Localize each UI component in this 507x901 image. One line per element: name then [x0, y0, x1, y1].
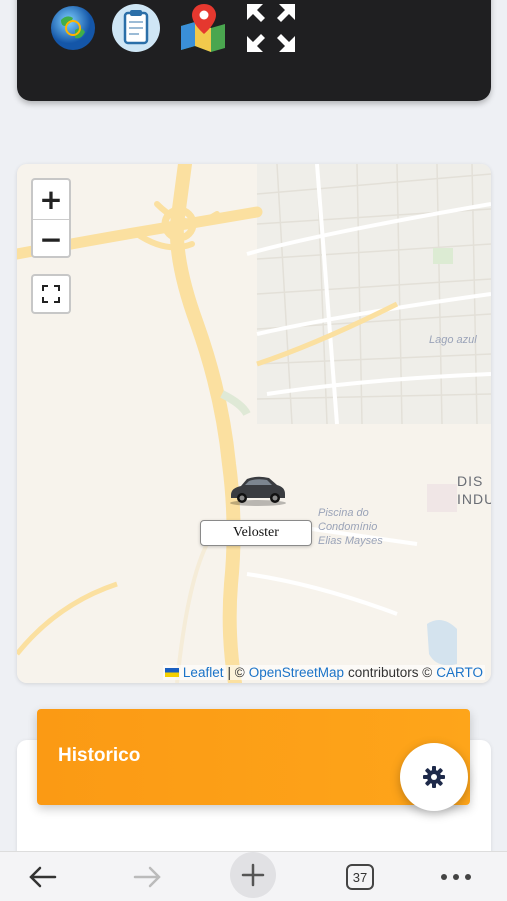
map-attribution: Leaflet | © OpenStreetMap contributors ©… — [162, 665, 485, 680]
attribution-contributors: contributors © — [348, 665, 433, 680]
gear-icon — [423, 766, 445, 788]
carto-link[interactable]: CARTO — [436, 665, 483, 680]
globe-icon[interactable] — [47, 2, 99, 54]
tabs-count: 37 — [346, 864, 374, 890]
map-label-lake: Lago azul — [429, 334, 477, 346]
zoom-control: + − — [31, 178, 71, 258]
ukraine-flag-icon — [164, 668, 179, 677]
history-title: Historico — [58, 745, 141, 766]
new-tab-button[interactable] — [230, 852, 276, 898]
more-icon — [441, 874, 471, 880]
expand-icon[interactable] — [245, 2, 297, 54]
arrow-left-icon — [29, 866, 57, 888]
zoom-out-button[interactable]: − — [33, 220, 69, 259]
map-pin-icon[interactable] — [177, 2, 229, 54]
tabs-button[interactable]: 37 — [342, 856, 378, 898]
fullscreen-button[interactable] — [31, 274, 71, 314]
settings-button[interactable] — [400, 743, 468, 811]
fullscreen-icon — [42, 285, 60, 303]
top-toolbar — [17, 0, 491, 101]
zoom-in-button[interactable]: + — [33, 180, 69, 220]
clipboard-icon[interactable] — [110, 2, 162, 54]
marker-tooltip: Veloster — [200, 520, 312, 546]
plus-icon — [241, 863, 265, 887]
map-view[interactable]: Lago azul DIS INDU Piscina do Condomínio… — [17, 164, 491, 683]
attribution-separator: | © — [227, 665, 245, 680]
browser-nav-bar: 37 — [0, 851, 507, 901]
leaflet-link[interactable]: Leaflet — [183, 665, 224, 680]
map-label-district: DIS INDU — [457, 473, 491, 507]
map-label-pool: Piscina do Condomínio Elias Mayses — [318, 507, 383, 547]
more-menu-button[interactable] — [436, 856, 476, 898]
openstreetmap-link[interactable]: OpenStreetMap — [249, 665, 344, 680]
forward-button[interactable] — [126, 856, 170, 898]
car-marker-icon[interactable] — [227, 473, 289, 507]
arrow-right-icon — [133, 866, 161, 888]
map-tiles — [17, 164, 491, 683]
back-button[interactable] — [20, 856, 64, 898]
